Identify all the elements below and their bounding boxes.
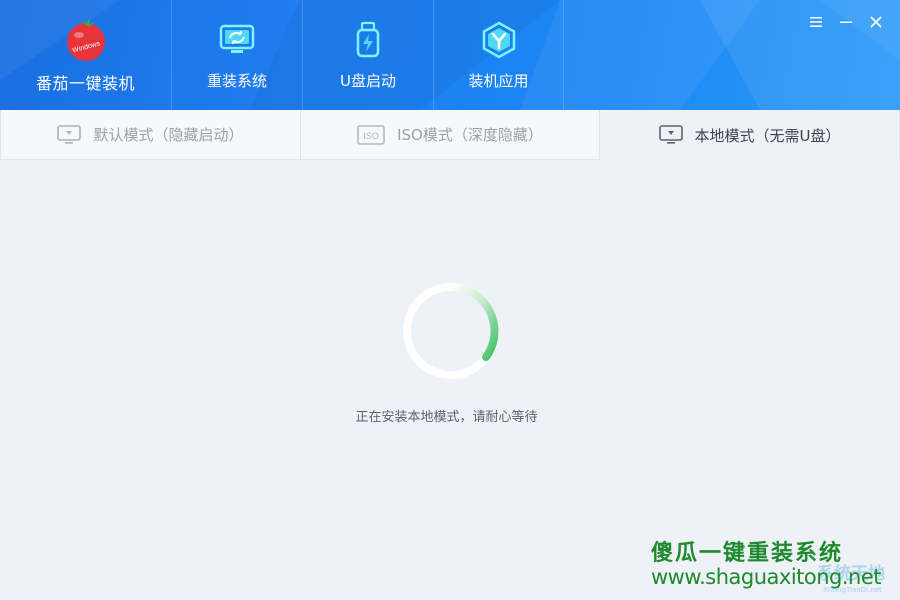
tab-iso-mode[interactable]: ISO ISO模式（深度隐藏） <box>301 110 600 160</box>
svg-text:ISO: ISO <box>363 131 379 141</box>
nav-item-usb-boot[interactable]: U盘启动 <box>302 0 433 110</box>
window-controls <box>806 12 886 32</box>
nav-item-reinstall-system[interactable]: 重装系统 <box>171 0 302 110</box>
monitor-icon <box>57 124 82 144</box>
app-name: 番茄一键装机 <box>35 74 135 93</box>
nav-label: 重装系统 <box>206 71 267 90</box>
mode-tabs: 默认模式（隐藏启动） ISO ISO模式（深度隐藏） 本地模式（无需U盘） <box>0 110 900 160</box>
install-status-text: 正在安装本地模式，请耐心等待 <box>355 410 538 425</box>
tab-label: ISO模式（深度隐藏） <box>397 126 543 144</box>
tab-default-mode[interactable]: 默认模式（隐藏启动） <box>0 110 301 160</box>
tab-label: 默认模式（隐藏启动） <box>93 126 244 144</box>
menu-button[interactable] <box>806 12 826 32</box>
tab-label: 本地模式（无需U盘） <box>694 126 841 145</box>
content-area: 正在安装本地模式，请耐心等待 <box>0 160 900 600</box>
app-logo: Windows 番茄一键装机 <box>0 0 171 110</box>
loading-spinner <box>403 283 499 379</box>
minimize-button[interactable] <box>836 12 856 32</box>
nav-item-install-apps[interactable]: 装机应用 <box>433 0 564 110</box>
header-bar: Windows 番茄一键装机 重装系统 U盘启动 装机应用 <box>0 0 900 110</box>
tomato-logo-icon: Windows <box>66 18 105 61</box>
nav-label: U盘启动 <box>340 71 396 90</box>
watermark-sub-small: XiTongTianDi.net <box>823 586 882 594</box>
close-icon <box>870 16 882 28</box>
close-button[interactable] <box>866 12 886 32</box>
minimize-icon <box>840 21 852 23</box>
main-nav: 重装系统 U盘启动 装机应用 <box>171 0 564 110</box>
iso-icon: ISO <box>357 124 385 145</box>
watermark: 傻瓜一键重装系统 系统天地 www.shaguaxitong.net XiTon… <box>645 535 900 600</box>
menu-icon <box>810 17 822 27</box>
monitor-icon <box>658 125 683 144</box>
watermark-title: 傻瓜一键重装系统 <box>651 541 844 566</box>
tab-local-mode[interactable]: 本地模式（无需U盘） <box>600 110 900 160</box>
usb-drive-icon <box>356 21 380 57</box>
nav-label: 装机应用 <box>468 71 529 90</box>
hexagon-app-icon <box>482 21 515 58</box>
monitor-refresh-icon <box>219 24 255 53</box>
